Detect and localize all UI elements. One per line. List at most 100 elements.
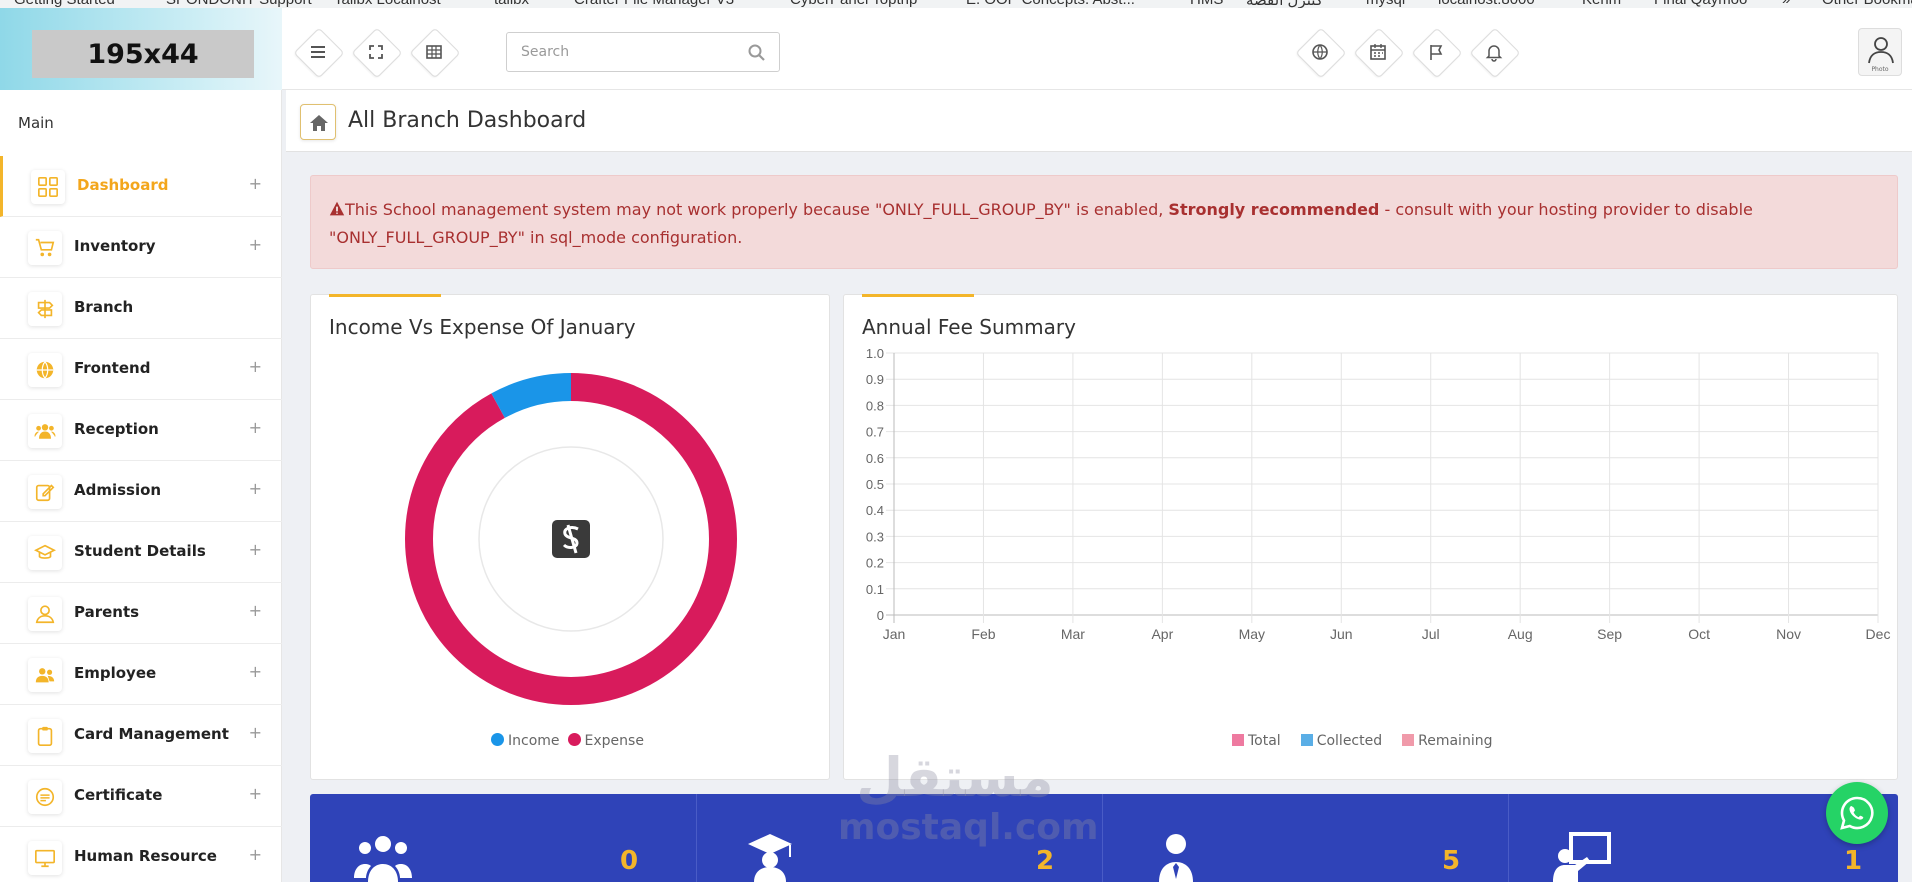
bookmark-item[interactable]: localhost:8000 (1438, 0, 1535, 8)
legend-label: Income (508, 733, 560, 749)
sidebar-item-card-management[interactable]: Card Management + (0, 705, 282, 766)
sidebar-item-frontend[interactable]: Frontend + (0, 339, 282, 400)
x-tick-label: Oct (1688, 626, 1710, 642)
sidebar-item-human-resource[interactable]: Human Resource + (0, 827, 282, 882)
x-tick-label: Mar (1061, 626, 1085, 642)
legend-item-total[interactable]: Total (1232, 733, 1281, 749)
sidebar-item-certificate[interactable]: Certificate + (0, 766, 282, 827)
notifications-button[interactable] (1470, 28, 1518, 76)
logo-area: 195x44 (0, 8, 282, 90)
expand-icon (369, 45, 383, 59)
sidebar-item-label: Employee (74, 664, 157, 682)
website-button[interactable] (1296, 28, 1344, 76)
bookmark-item[interactable]: talibx (494, 0, 529, 8)
legend-swatch (1402, 734, 1415, 746)
expand-plus-icon[interactable]: + (249, 662, 262, 681)
sidebar-item-dashboard[interactable]: Dashboard + (0, 156, 282, 217)
bookmark-item[interactable]: Final Qaymoo (1654, 0, 1747, 8)
expand-plus-icon[interactable]: + (249, 418, 262, 437)
home-button[interactable] (300, 104, 336, 140)
expand-plus-icon[interactable]: + (249, 845, 262, 864)
fullscreen-button[interactable] (352, 28, 400, 76)
x-tick-label: Apr (1151, 626, 1173, 642)
stats-strip: 0 2 5 1 (310, 794, 1898, 882)
sidebar-icon-box (28, 658, 62, 692)
expand-plus-icon[interactable]: + (249, 235, 262, 254)
x-tick-label: May (1239, 626, 1265, 642)
legend-swatch (491, 733, 504, 746)
bookmark-item[interactable]: E. OOP Concepts. Abst... (966, 0, 1135, 8)
group-icon (34, 424, 56, 439)
top-bar: Photo (282, 8, 1912, 90)
calendar-icon (1370, 44, 1386, 60)
alert-text-before: This School management system may not wo… (345, 200, 1169, 219)
bookmark-item[interactable]: Other Bookmarks (1822, 0, 1912, 8)
bookmark-item[interactable]: كنترل القصة (1246, 0, 1323, 8)
legend-label: Total (1248, 733, 1281, 749)
bookmark-item[interactable]: » (1782, 0, 1790, 8)
bookmark-item[interactable]: CyberPanel Toptrip (790, 0, 917, 8)
bookmark-item[interactable]: Getting Started (14, 0, 115, 8)
menu-toggle-button[interactable] (294, 28, 342, 76)
stat-value: 2 (1036, 846, 1055, 876)
center-logo-icon (552, 520, 590, 558)
search-input[interactable] (507, 33, 737, 71)
bookmark-item[interactable]: HMS (1190, 0, 1223, 8)
flag-button[interactable] (1412, 28, 1460, 76)
search-icon[interactable] (747, 43, 767, 63)
expand-plus-icon[interactable]: + (249, 540, 262, 559)
expand-plus-icon[interactable]: + (249, 174, 262, 193)
sidebar-item-employee[interactable]: Employee + (0, 644, 282, 705)
legend-swatch (567, 733, 581, 746)
legend-item-income[interactable]: Income (491, 733, 560, 749)
dashboard-grid-icon (38, 177, 58, 197)
table-icon (426, 45, 442, 59)
sidebar-item-student-details[interactable]: Student Details + (0, 522, 282, 583)
stat-students[interactable]: 0 (310, 794, 697, 882)
user-avatar[interactable]: Photo (1858, 28, 1902, 76)
teacher-icon (1553, 832, 1611, 882)
sidebar-item-inventory[interactable]: Inventory + (0, 217, 282, 278)
stat-employees[interactable]: 5 (1103, 794, 1509, 882)
legend-item-collected[interactable]: Collected (1300, 733, 1382, 749)
sidebar-item-label: Admission (74, 481, 162, 499)
donut-legend: Income Expense (491, 733, 652, 749)
page-title: All Branch Dashboard (348, 108, 587, 133)
sidebar-item-reception[interactable]: Reception + (0, 400, 282, 461)
whatsapp-icon (1840, 796, 1874, 830)
expand-plus-icon[interactable]: + (249, 723, 262, 742)
expand-plus-icon[interactable]: + (249, 601, 262, 620)
y-tick-label: 0.8 (866, 398, 884, 413)
bookmark-item[interactable]: Talibx Localhost (334, 0, 441, 8)
logo-placeholder: 195x44 (32, 30, 254, 78)
sidebar-item-label: Frontend (74, 359, 151, 377)
calendar-button[interactable] (1354, 28, 1402, 76)
sidebar-item-admission[interactable]: Admission + (0, 461, 282, 522)
bookmark-item[interactable]: Kerim (1582, 0, 1621, 8)
expand-plus-icon[interactable]: + (249, 784, 262, 803)
bookmark-item[interactable]: SPONDONIT Support (166, 0, 312, 8)
expand-plus-icon[interactable]: + (249, 357, 262, 376)
sidebar-item-parents[interactable]: Parents + (0, 583, 282, 644)
expand-plus-icon[interactable]: + (249, 479, 262, 498)
sidebar-item-branch[interactable]: Branch (0, 278, 282, 339)
legend-item-remaining[interactable]: Remaining (1402, 733, 1492, 749)
sidebar-section-label: Main (18, 114, 54, 132)
bookmark-item[interactable]: mysql (1366, 0, 1405, 8)
y-tick-label: 0 (877, 608, 884, 623)
stat-value: 0 (620, 846, 639, 876)
legend-item-expense[interactable]: Expense (567, 733, 644, 749)
alert-text-bold: Strongly recommended (1168, 200, 1380, 219)
y-tick-label: 0.7 (866, 425, 884, 440)
y-tick-label: 0.9 (866, 372, 884, 387)
income-expense-card: Income Vs Expense Of January Income Expen… (310, 294, 830, 780)
sidebar-item-label: Certificate (74, 786, 163, 804)
user-photo-icon (1868, 37, 1894, 64)
y-tick-label: 0.3 (866, 529, 884, 544)
whatsapp-button[interactable] (1826, 782, 1888, 844)
sidebar-icon-box (28, 475, 62, 509)
bookmark-item[interactable]: Crafter File Manager V3 (574, 0, 734, 8)
grid-menu-button[interactable] (410, 28, 458, 76)
stat-graduates[interactable]: 2 (697, 794, 1103, 882)
sidebar-item-label: Human Resource (74, 847, 217, 865)
